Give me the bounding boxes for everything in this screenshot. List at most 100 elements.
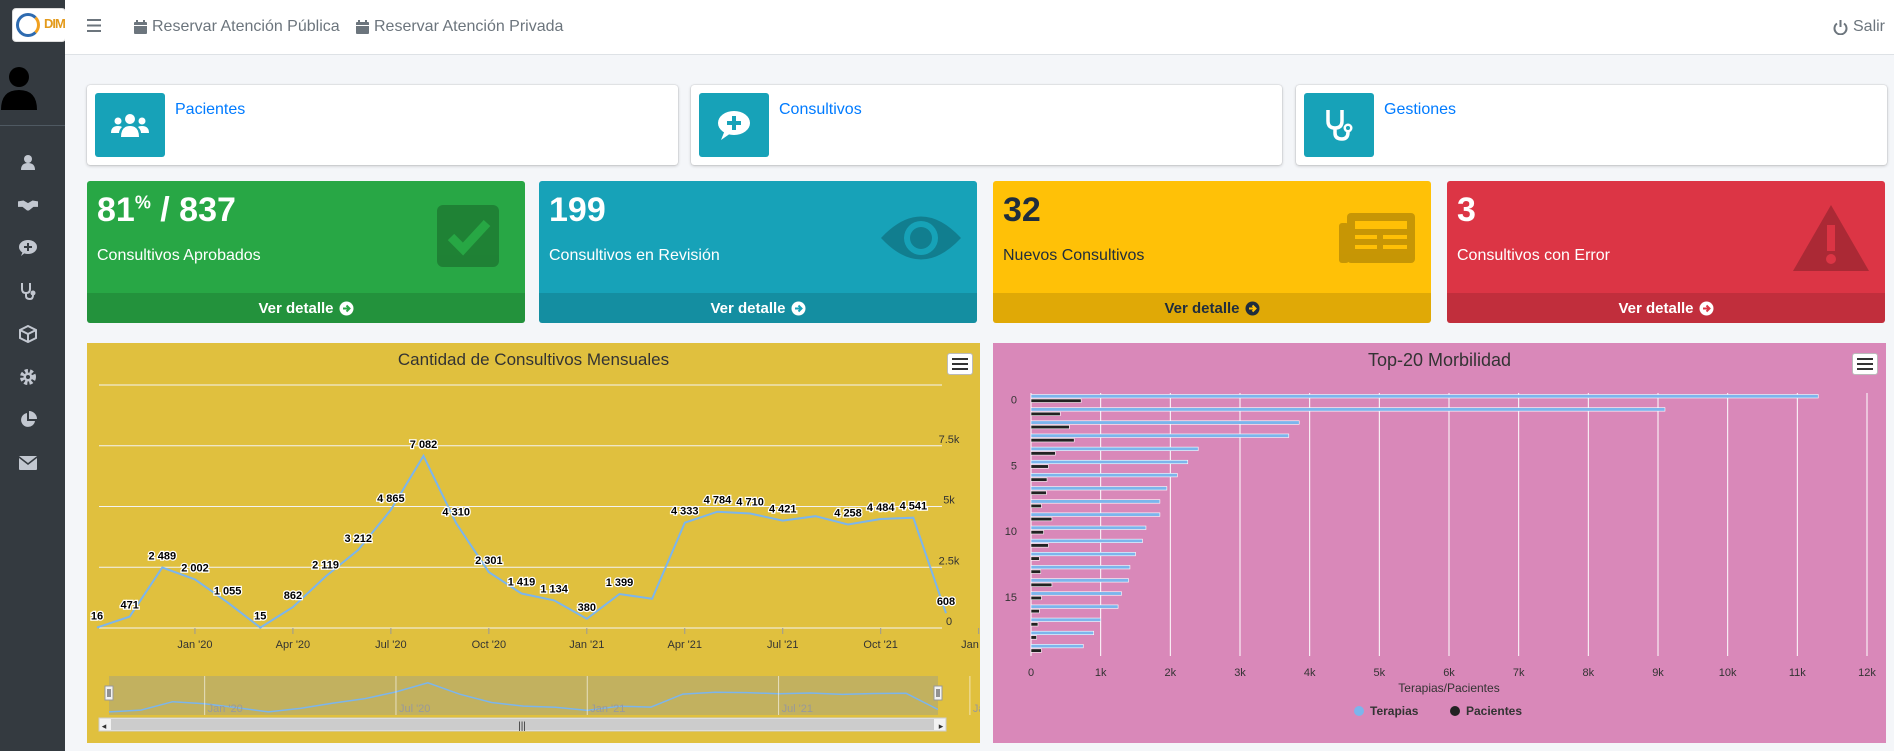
x-tick-label: 6k bbox=[1443, 667, 1455, 679]
calendar-icon bbox=[356, 20, 369, 34]
bar-terapias bbox=[1030, 538, 1143, 543]
x-tick-label: Jul '20 bbox=[375, 639, 406, 651]
footer-label: Ver detalle bbox=[1618, 299, 1694, 317]
data-label: 4 421 bbox=[769, 504, 797, 516]
app-logo[interactable]: DIM bbox=[12, 8, 66, 42]
y-tick-label: 10 bbox=[1005, 526, 1017, 538]
bar-pacientes bbox=[1030, 530, 1044, 535]
user-avatar-icon[interactable] bbox=[0, 64, 38, 110]
exclamation-triangle-icon bbox=[1791, 203, 1871, 273]
sidebar-item-chart-pie-icon[interactable] bbox=[18, 410, 38, 430]
x-tick-label: 7k bbox=[1513, 667, 1525, 679]
stat-box-nuevos: 32 Nuevos Consultivos Ver detalle bbox=[993, 181, 1431, 323]
sidebar-item-handshake-icon[interactable] bbox=[18, 195, 38, 215]
bar-terapias bbox=[1030, 473, 1178, 478]
bar-pacientes bbox=[1030, 595, 1042, 601]
arrow-circle-right-icon bbox=[791, 301, 806, 315]
bar-terapias bbox=[1030, 446, 1199, 451]
stat-value: 3 bbox=[1457, 191, 1476, 229]
data-label: 4 484 bbox=[867, 502, 895, 514]
x-tick-label: Oct '21 bbox=[863, 639, 898, 651]
bar-terapias bbox=[1030, 604, 1119, 609]
navigator-tick-label: Jul '20 bbox=[399, 703, 430, 715]
stat-box-error: 3 Consultivos con Error Ver detalle bbox=[1447, 181, 1885, 323]
data-label: 862 bbox=[284, 590, 302, 602]
menu-toggle-button[interactable] bbox=[87, 19, 101, 32]
top-navbar: Reservar Atención Pública Reservar Atenc… bbox=[65, 0, 1894, 55]
stethoscope-icon bbox=[1304, 93, 1374, 157]
navigator-right-handle[interactable] bbox=[933, 685, 943, 701]
data-label: 4 258 bbox=[834, 508, 862, 520]
chart-title: Top-20 Morbilidad bbox=[1368, 350, 1511, 370]
sidebar-item-user-icon[interactable] bbox=[18, 152, 38, 172]
bar-terapias bbox=[1030, 630, 1095, 636]
sidebar: DIM bbox=[0, 0, 66, 751]
bar-terapias bbox=[1030, 394, 1819, 399]
navigator-tick-label: Jan '21 bbox=[590, 703, 625, 715]
x-tick-label: 4k bbox=[1304, 667, 1316, 679]
data-label: 2 119 bbox=[312, 560, 339, 572]
footer-label: Ver detalle bbox=[1164, 299, 1240, 317]
x-tick-label: Jan '22 bbox=[961, 639, 980, 651]
logout-button[interactable]: Salir bbox=[1833, 18, 1885, 36]
users-icon bbox=[95, 93, 165, 157]
bar-terapias bbox=[1030, 486, 1168, 491]
bar-terapias bbox=[1030, 525, 1147, 530]
ver-detalle-aprobados-link[interactable]: Ver detalle bbox=[87, 293, 525, 323]
ver-detalle-nuevos-link[interactable]: Ver detalle bbox=[993, 293, 1431, 323]
scrollbar-grip: ||| bbox=[518, 721, 526, 732]
reservar-publica-link[interactable]: Reservar Atención Pública bbox=[134, 18, 340, 36]
info-box-consultivos[interactable]: Consultivos bbox=[691, 85, 1282, 165]
bar-pacientes bbox=[1030, 451, 1056, 456]
data-label: 2 489 bbox=[149, 551, 177, 563]
x-tick-label: 1k bbox=[1095, 667, 1107, 679]
bar-pacientes bbox=[1030, 425, 1070, 430]
bar-terapias bbox=[1030, 644, 1084, 649]
x-tick-label: Apr '21 bbox=[668, 639, 703, 651]
data-label: 380 bbox=[578, 602, 596, 614]
info-box-label[interactable]: Consultivos bbox=[779, 101, 862, 119]
eye-icon bbox=[879, 203, 963, 273]
bar-terapias bbox=[1030, 433, 1290, 438]
bar-terapias bbox=[1030, 565, 1131, 570]
x-tick-label: 10k bbox=[1719, 667, 1737, 679]
handle-body bbox=[104, 685, 114, 701]
sidebar-item-envelope-icon[interactable] bbox=[18, 453, 38, 473]
data-label: 4 784 bbox=[704, 495, 732, 507]
chart-menu-button[interactable] bbox=[947, 353, 973, 375]
stat-label: Consultivos en Revisión bbox=[549, 247, 720, 264]
bar-pacientes bbox=[1030, 569, 1042, 574]
x-tick-label: 3k bbox=[1234, 667, 1246, 679]
ver-detalle-revision-link[interactable]: Ver detalle bbox=[539, 293, 977, 323]
data-label: 2 002 bbox=[181, 562, 209, 574]
data-label: 1 055 bbox=[214, 585, 242, 597]
info-box-label[interactable]: Pacientes bbox=[175, 101, 245, 119]
power-icon bbox=[1833, 19, 1848, 35]
info-box-pacientes[interactable]: Pacientes bbox=[87, 85, 678, 165]
ver-detalle-error-link[interactable]: Ver detalle bbox=[1447, 293, 1885, 323]
info-box-gestiones[interactable]: Gestiones bbox=[1296, 85, 1887, 165]
stat-value: 81% / 837 bbox=[97, 191, 236, 229]
logout-label: Salir bbox=[1853, 18, 1886, 35]
sidebar-item-cog-icon[interactable] bbox=[18, 367, 38, 387]
navigator-left-handle[interactable] bbox=[104, 685, 114, 701]
bar-pacientes bbox=[1030, 477, 1048, 482]
newspaper-icon bbox=[1337, 203, 1417, 273]
sidebar-item-stethoscope-icon[interactable] bbox=[18, 281, 38, 301]
data-label: 471 bbox=[120, 600, 138, 612]
sidebar-item-cubes-icon[interactable] bbox=[18, 324, 38, 344]
bar-terapias bbox=[1030, 499, 1161, 504]
chart-menu-button[interactable] bbox=[1852, 353, 1878, 375]
x-tick-label: 0 bbox=[1028, 667, 1034, 679]
chart-title: Cantidad de Consultivos Mensuales bbox=[398, 350, 669, 369]
x-tick-label: 11k bbox=[1789, 667, 1806, 679]
sidebar-item-comment-medical-icon[interactable] bbox=[18, 238, 38, 258]
reservar-privada-link[interactable]: Reservar Atención Privada bbox=[356, 18, 563, 36]
data-label: 1 399 bbox=[606, 577, 634, 589]
info-box-label[interactable]: Gestiones bbox=[1384, 101, 1456, 119]
bar-terapias bbox=[1030, 420, 1300, 425]
x-tick-label: 5k bbox=[1374, 667, 1386, 679]
x-tick-label: Jan '21 bbox=[569, 639, 604, 651]
arrow-circle-right-icon bbox=[1245, 301, 1260, 315]
bar-terapias bbox=[1030, 407, 1666, 412]
